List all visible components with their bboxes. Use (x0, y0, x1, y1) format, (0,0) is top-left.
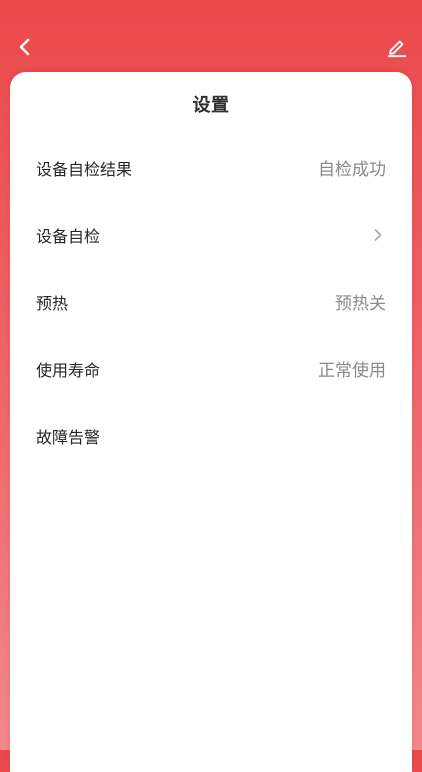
settings-item-value: 预热关 (335, 294, 386, 314)
pencil-icon (387, 40, 407, 58)
settings-item-label: 使用寿命 (36, 360, 101, 380)
settings-item-label: 设备自检 (36, 226, 101, 246)
settings-item-fault-alarm[interactable]: 故障告警 (10, 402, 412, 469)
settings-list: 设备自检结果 自检成功 设备自检 预热 预热关 使用寿命 正常使用 故障告警 (10, 134, 412, 469)
page-title: 设置 (192, 95, 230, 116)
settings-item-label: 设备自检结果 (36, 159, 133, 179)
edit-button[interactable] (380, 30, 414, 64)
settings-item-label: 预热 (36, 293, 69, 313)
settings-item-value: 自检成功 (318, 160, 386, 180)
settings-card: 设置 设备自检结果 自检成功 设备自检 预热 预热关 使用寿命 正常使用 故障告… (10, 72, 412, 772)
settings-item-value: 正常使用 (318, 361, 386, 381)
settings-item-service-life[interactable]: 使用寿命 正常使用 (10, 335, 412, 402)
chevron-left-icon (19, 38, 30, 56)
settings-item-label: 故障告警 (36, 427, 101, 447)
settings-item-preheat[interactable]: 预热 预热关 (10, 268, 412, 335)
top-bar (0, 0, 422, 72)
settings-item-self-check[interactable]: 设备自检 (10, 201, 412, 268)
settings-item-self-check-result[interactable]: 设备自检结果 自检成功 (10, 134, 412, 201)
chevron-right-icon (370, 227, 386, 243)
back-button[interactable] (8, 30, 42, 64)
